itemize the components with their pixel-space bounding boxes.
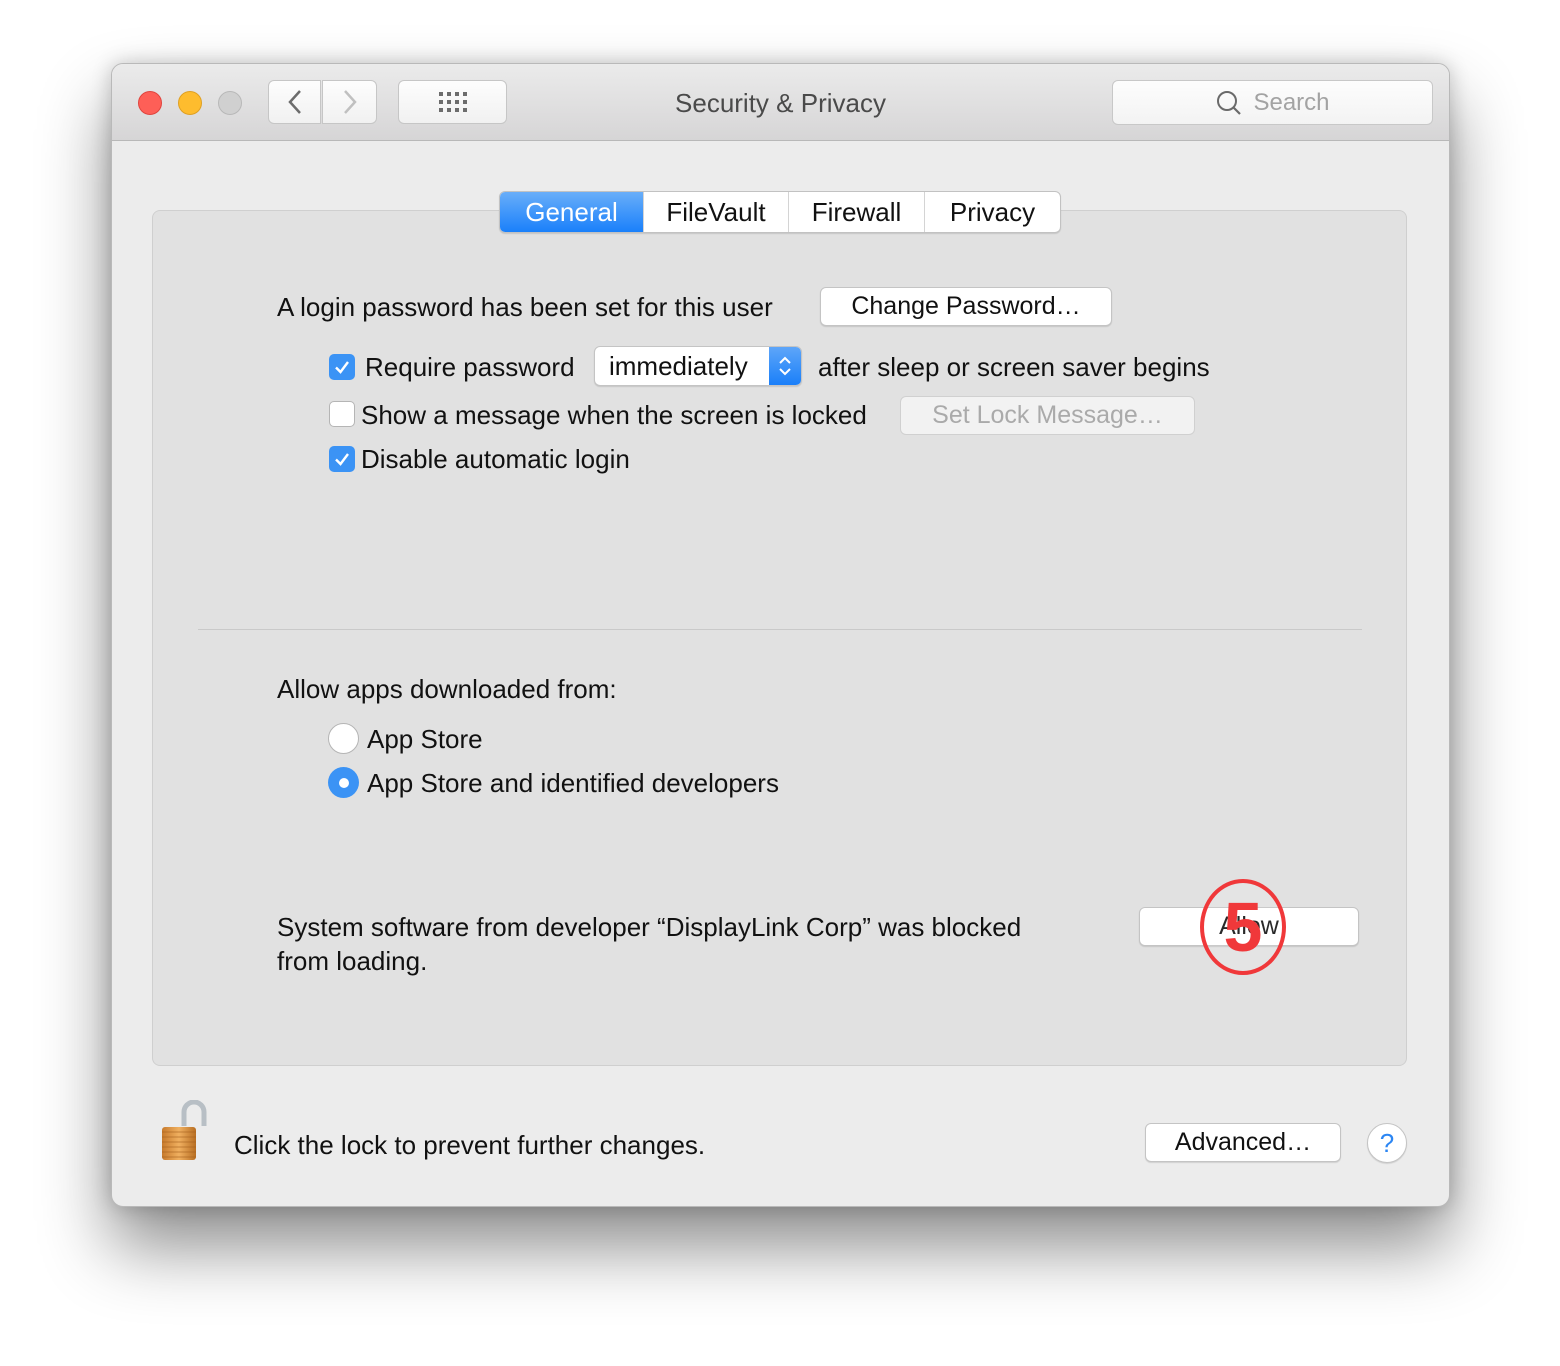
radio-app-store[interactable] (328, 723, 359, 754)
disable-auto-login-checkbox[interactable] (329, 446, 355, 472)
unlocked-padlock-icon[interactable] (160, 1100, 214, 1166)
set-lock-message-button[interactable]: Set Lock Message… (900, 396, 1195, 435)
security-privacy-window: Security & Privacy Search General FileVa… (111, 63, 1450, 1207)
show-message-label: Show a message when the screen is locked (361, 400, 867, 430)
require-password-checkbox[interactable] (329, 354, 355, 380)
change-password-button[interactable]: Change Password… (820, 287, 1112, 326)
tab-bar: General FileVault Firewall Privacy (499, 191, 1061, 233)
tab-privacy[interactable]: Privacy (924, 192, 1060, 232)
tab-filevault[interactable]: FileVault (643, 192, 788, 232)
search-icon (1217, 90, 1242, 115)
checkmark-icon (335, 361, 349, 374)
section-divider (198, 629, 1362, 630)
lock-status-text: Click the lock to prevent further change… (234, 1130, 706, 1160)
after-sleep-text: after sleep or screen saver begins (818, 352, 1210, 382)
login-password-text: A login password has been set for this u… (277, 292, 773, 322)
search-field[interactable]: Search (1112, 80, 1433, 125)
up-down-chevron-icon (769, 347, 801, 385)
tab-general[interactable]: General (500, 192, 643, 232)
step-annotation-badge: 5 (1200, 879, 1286, 975)
title-bar: Security & Privacy Search (112, 64, 1449, 141)
allow-apps-heading: Allow apps downloaded from: (277, 674, 617, 704)
radio-app-store-label: App Store (367, 724, 483, 754)
radio-app-store-identified-label: App Store and identified developers (367, 768, 779, 798)
blocked-message-line1: System software from developer “DisplayL… (277, 912, 1022, 942)
require-password-delay-select[interactable]: immediately (594, 346, 802, 386)
advanced-button[interactable]: Advanced… (1145, 1123, 1341, 1162)
help-button[interactable]: ? (1367, 1123, 1407, 1163)
require-password-label: Require password (365, 352, 575, 382)
search-placeholder: Search (1253, 88, 1330, 116)
select-value: immediately (609, 350, 748, 381)
blocked-message-line2: from loading. (277, 946, 428, 976)
disable-auto-login-label: Disable automatic login (361, 444, 630, 474)
radio-app-store-identified[interactable] (328, 767, 359, 798)
show-message-checkbox[interactable] (329, 401, 355, 427)
checkmark-icon (335, 453, 349, 466)
tab-firewall[interactable]: Firewall (788, 192, 924, 232)
